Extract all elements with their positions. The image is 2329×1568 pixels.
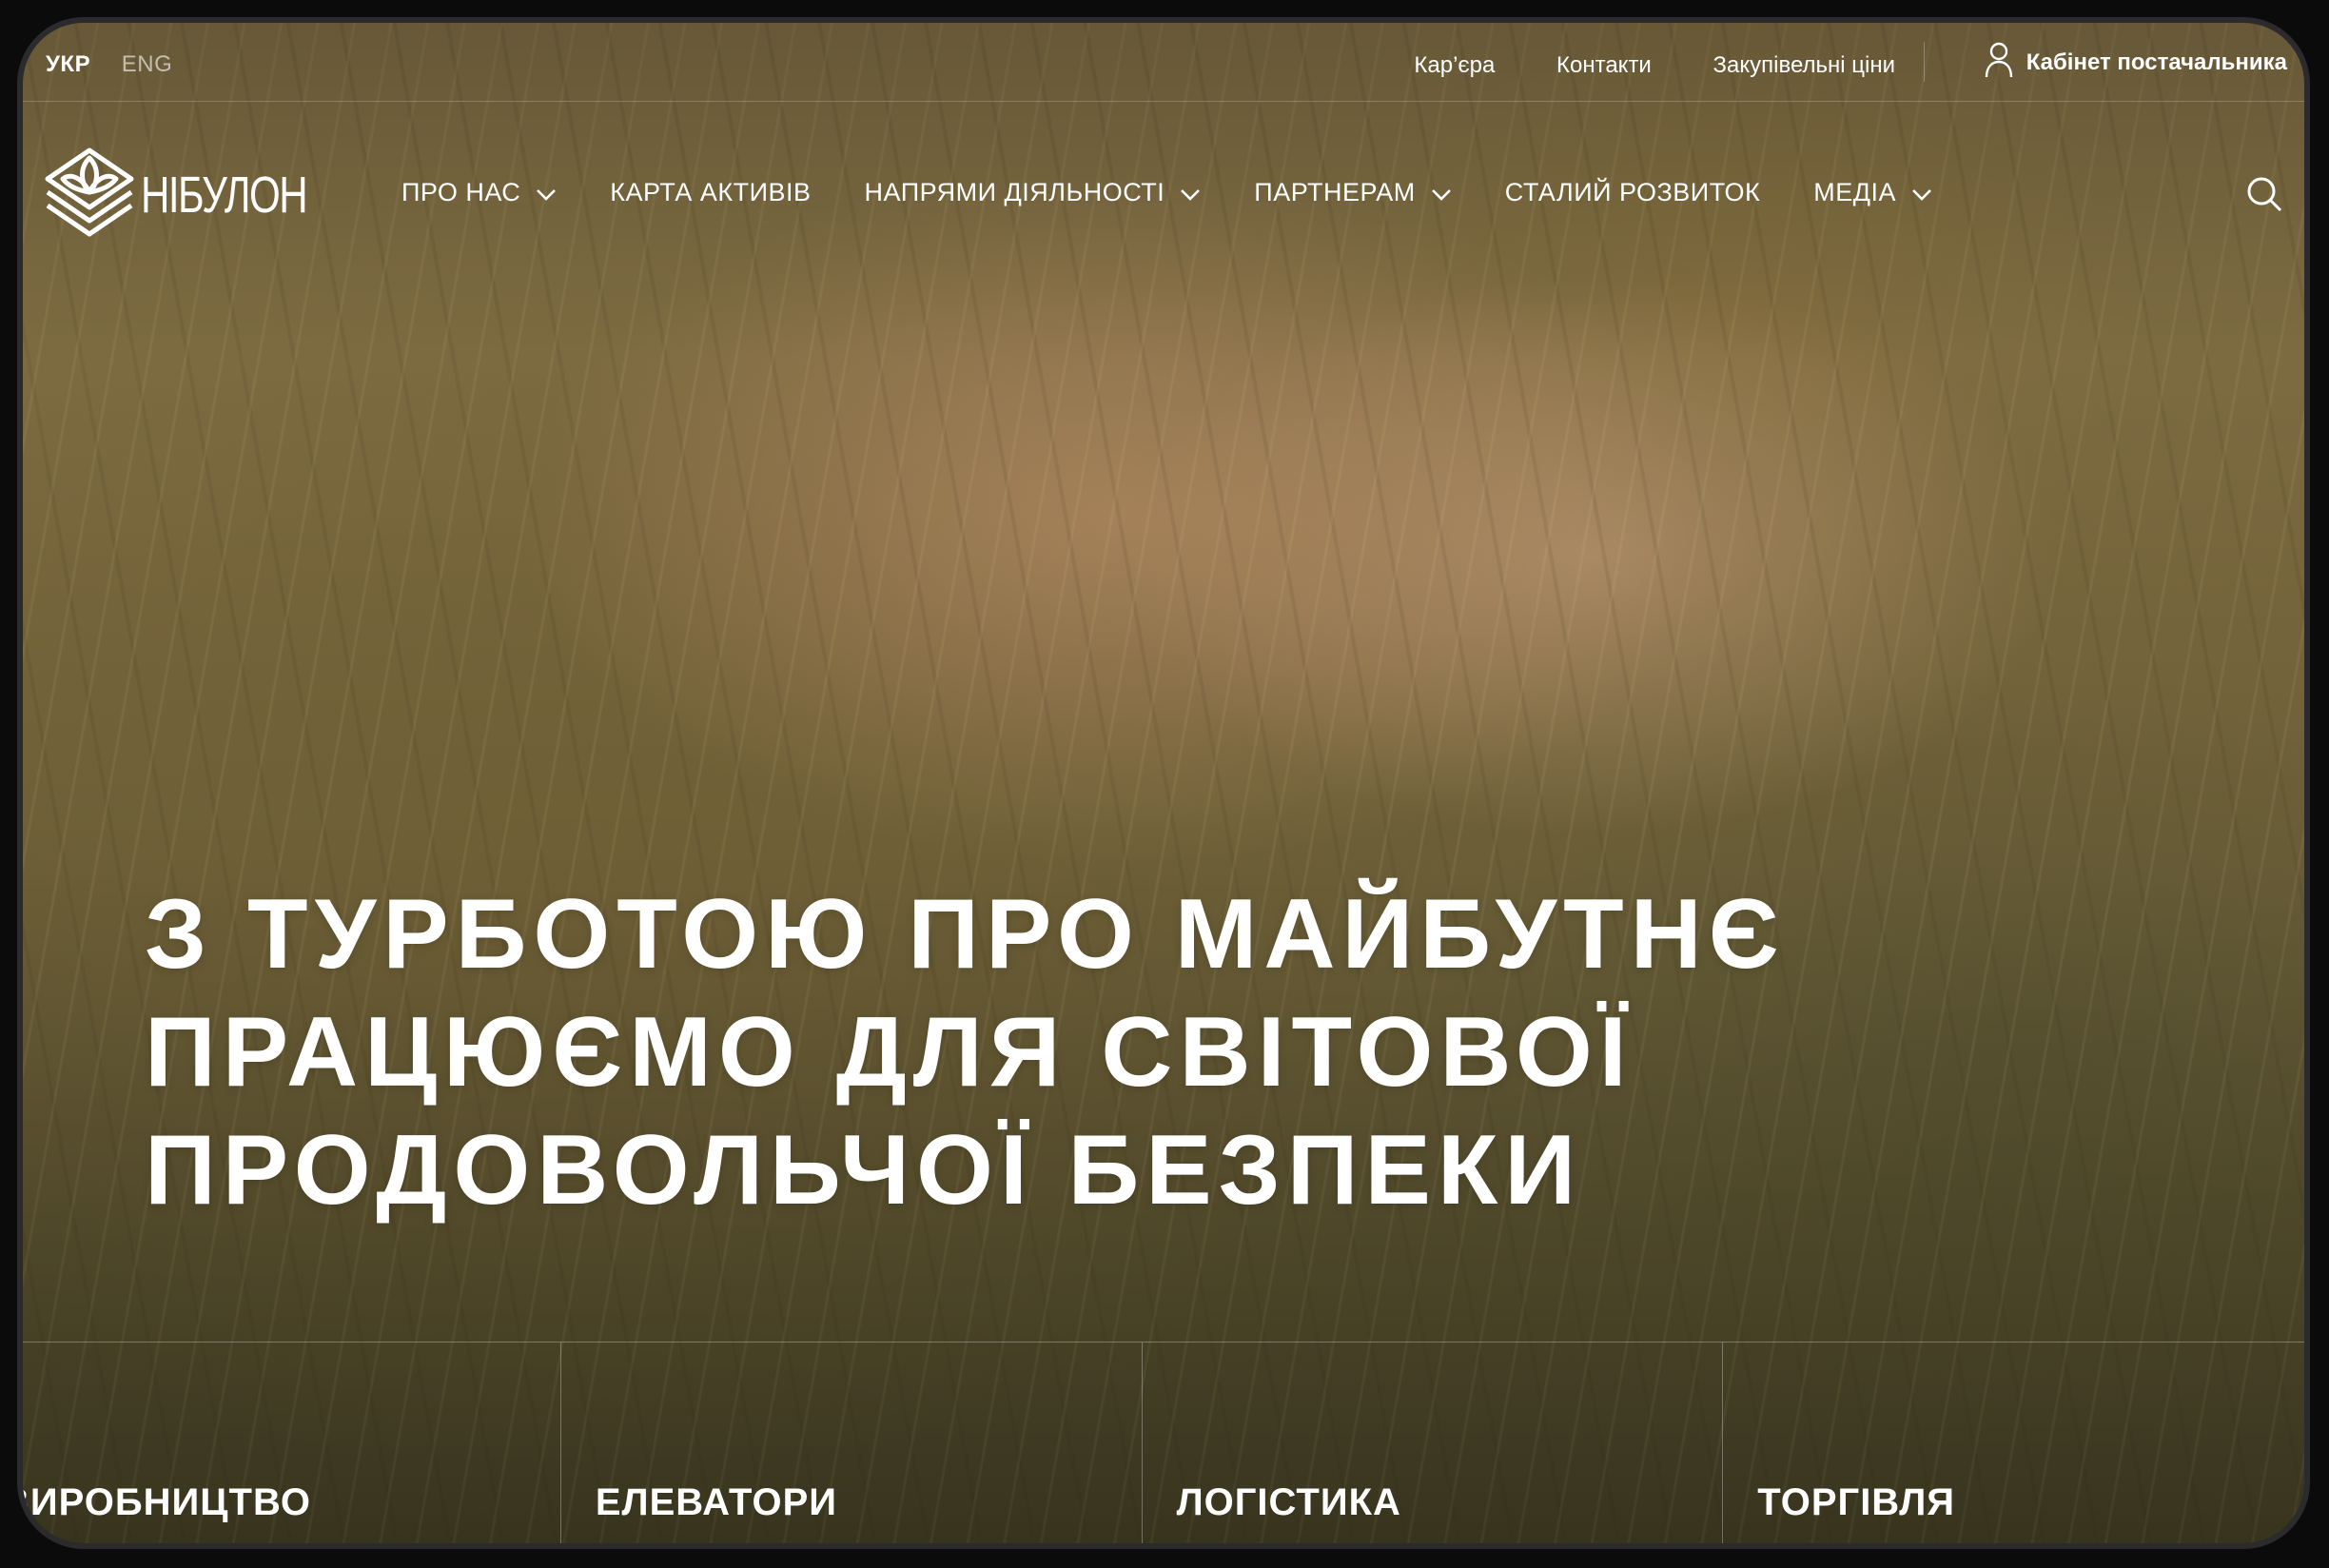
category-label: ТОРГІВЛЯ (1757, 1481, 1956, 1523)
contacts-link[interactable]: Контакти (1556, 52, 1652, 78)
nibulon-logo-icon (42, 145, 137, 245)
hero-headline-line: ПРАЦЮЄМО ДЛЯ СВІТОВОЇ (145, 997, 1634, 1107)
nav-item-sustainability[interactable]: СТАЛИЙ РОЗВИТОК (1505, 177, 1760, 208)
top-utility-bar: УКР ENG Кар’єра Контакти Закупівельні ці… (23, 23, 2304, 102)
user-icon (1985, 41, 2013, 86)
nav-item-label: НАПРЯМИ ДІЯЛЬНОСТІ (864, 178, 1165, 206)
divider (1924, 42, 1925, 82)
nav-item-about[interactable]: ПРО НАС (401, 177, 557, 208)
utility-links: Кар’єра Контакти Закупівельні ціни (1359, 52, 1895, 79)
category-label: ЕЛЕВАТОРИ (595, 1481, 838, 1523)
language-switcher: УКР ENG (46, 51, 197, 78)
main-navigation: НІБУЛОН ПРО НАС КАРТА АКТИВІВ НАПРЯМИ ДІ… (23, 127, 2304, 237)
hero-overlay (23, 23, 2304, 1543)
nav-item-label: СТАЛИЙ РОЗВИТОК (1504, 178, 1761, 206)
category-elevators[interactable]: ЕЛЕВАТОРИ (561, 1343, 1143, 1543)
logo[interactable]: НІБУЛОН (42, 145, 353, 245)
chevron-down-icon (536, 179, 557, 208)
nav-menu: ПРО НАС КАРТА АКТИВІВ НАПРЯМИ ДІЯЛЬНОСТІ… (401, 177, 1986, 208)
nav-item-label: МЕДІА (1813, 178, 1896, 206)
chevron-down-icon (1911, 179, 1932, 208)
category-trade[interactable]: ТОРГІВЛЯ (1723, 1343, 2304, 1543)
hero-headline-line: З ТУРБОТОЮ ПРО МАЙБУТНЄ (145, 879, 1786, 990)
nav-item-assets-map[interactable]: КАРТА АКТИВІВ (610, 177, 811, 208)
chevron-down-icon (1180, 179, 1201, 208)
search-button[interactable] (2245, 175, 2283, 218)
logo-wordmark: НІБУЛОН (141, 166, 308, 224)
supplier-cabinet-label: Кабінет постачальника (2026, 49, 2287, 75)
supplier-cabinet-link[interactable]: Кабінет постачальника (1985, 42, 2287, 82)
nav-item-media[interactable]: МЕДІА (1813, 177, 1932, 208)
career-link[interactable]: Кар’єра (1414, 52, 1495, 78)
nav-item-partners[interactable]: ПАРТНЕРАМ (1254, 177, 1451, 208)
category-production[interactable]: ВИРОБНИЦТВО (23, 1343, 561, 1543)
category-label: ВИРОБНИЦТВО (17, 1481, 311, 1523)
nav-item-label: ПАРТНЕРАМ (1254, 178, 1416, 206)
nav-item-business-areas[interactable]: НАПРЯМИ ДІЯЛЬНОСТІ (865, 177, 1202, 208)
search-icon (2245, 177, 2283, 217)
chevron-down-icon (1431, 179, 1452, 208)
category-logistics[interactable]: ЛОГІСТИКА (1143, 1343, 1724, 1543)
purchase-prices-link[interactable]: Закупівельні ціни (1713, 52, 1895, 78)
lang-ukr[interactable]: УКР (46, 51, 90, 77)
category-strip: ВИРОБНИЦТВО ЕЛЕВАТОРИ ЛОГІСТИКА ТОРГІВЛЯ (23, 1342, 2304, 1543)
browser-viewport: УКР ENG Кар’єра Контакти Закупівельні ці… (17, 17, 2310, 1549)
hero-headline-line: ПРОДОВОЛЬЧОЇ БЕЗПЕКИ (145, 1115, 1583, 1225)
nav-item-label: КАРТА АКТИВІВ (610, 178, 812, 206)
hero-headline: З ТУРБОТОЮ ПРО МАЙБУТНЄ ПРАЦЮЄМО ДЛЯ СВІ… (145, 875, 1952, 1229)
category-label: ЛОГІСТИКА (1176, 1481, 1401, 1523)
lang-eng[interactable]: ENG (122, 51, 173, 77)
nav-item-label: ПРО НАС (401, 178, 521, 206)
